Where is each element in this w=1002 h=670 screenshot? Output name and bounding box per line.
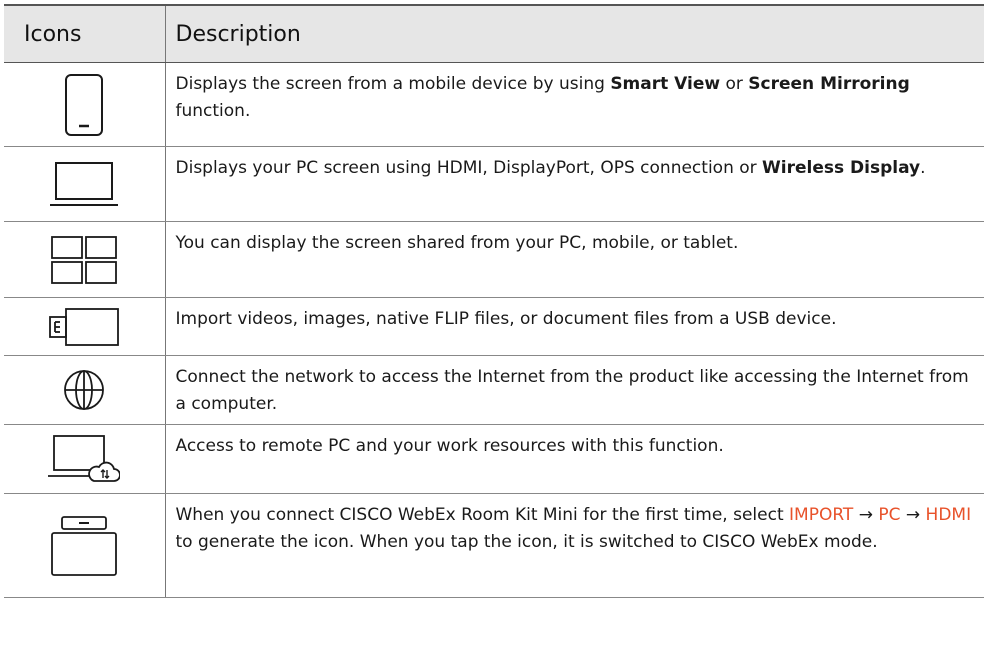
description-cell: When you connect CISCO WebEx Room Kit Mi… [164,493,984,598]
screen-mirroring-term: Screen Mirroring [748,74,910,94]
description-cell: Connect the network to access the Intern… [164,355,984,425]
cisco-webex-device-icon [51,515,118,576]
pc-menu-term: PC [878,505,901,525]
globe-icon [64,370,105,410]
table-row: You can display the screen shared from y… [4,221,984,298]
pc-monitor-icon [50,162,119,206]
icons-column-header: Icons [4,4,165,63]
description-cell: Displays your PC screen using HDMI, Disp… [164,146,984,222]
table-row: Access to remote PC and your work resour… [4,424,984,494]
table-row: Displays the screen from a mobile device… [4,62,984,147]
description-cell: Access to remote PC and your work resour… [164,424,984,494]
description-cell: Displays the screen from a mobile device… [164,62,984,147]
import-menu-term: IMPORT [789,505,854,525]
multi-screen-grid-icon [51,235,118,284]
usb-device-icon [49,307,120,346]
hdmi-menu-term: HDMI [925,505,972,525]
description-cell: Import videos, images, native FLIP files… [164,297,984,356]
document-page: Icons Description Displays the screen fr… [0,0,1002,670]
remote-pc-cloud-icon [48,435,121,482]
table-row: Connect the network to access the Intern… [4,355,984,425]
description-cell: You can display the screen shared from y… [164,221,984,298]
description-column-header: Description [164,4,984,63]
table-row: Import videos, images, native FLIP files… [4,297,984,356]
table-row: Displays your PC screen using HDMI, Disp… [4,146,984,222]
table-row: When you connect CISCO WebEx Room Kit Mi… [4,493,984,598]
table-header-row: Icons Description [4,4,984,63]
icons-table: Icons Description Displays the screen fr… [4,4,984,598]
mobile-device-icon [65,73,104,136]
wireless-display-term: Wireless Display [762,158,921,178]
smart-view-term: Smart View [610,74,721,94]
